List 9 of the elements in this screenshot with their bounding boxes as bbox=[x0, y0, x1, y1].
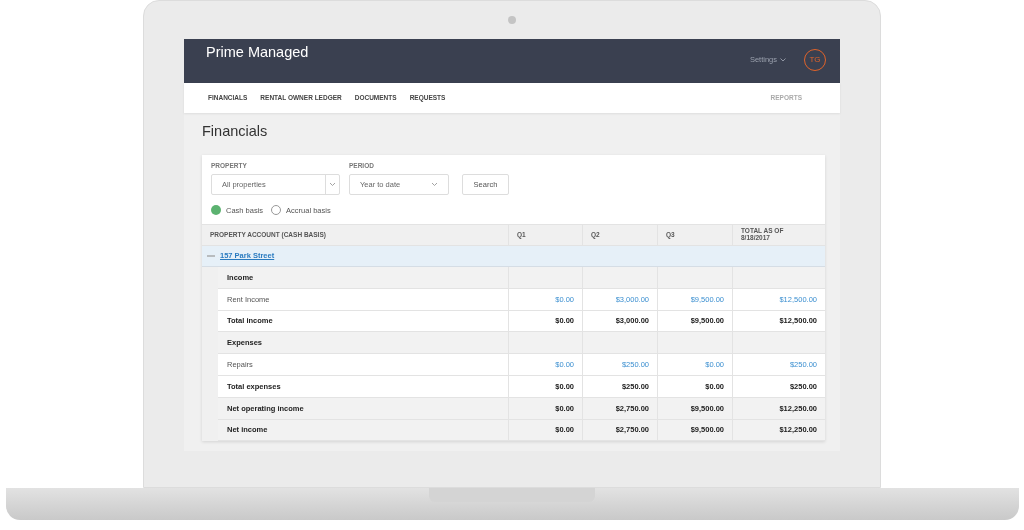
camera-icon bbox=[508, 16, 516, 24]
app-title: Prime Managed bbox=[206, 43, 309, 62]
chevron-down-icon bbox=[329, 181, 336, 187]
radio-button[interactable] bbox=[211, 205, 221, 216]
radio-button[interactable] bbox=[271, 205, 282, 216]
minus-icon[interactable] bbox=[207, 253, 215, 259]
chevron-down-icon bbox=[431, 181, 438, 187]
page-title: Financials bbox=[202, 122, 269, 141]
chevron-down-icon bbox=[780, 58, 786, 62]
